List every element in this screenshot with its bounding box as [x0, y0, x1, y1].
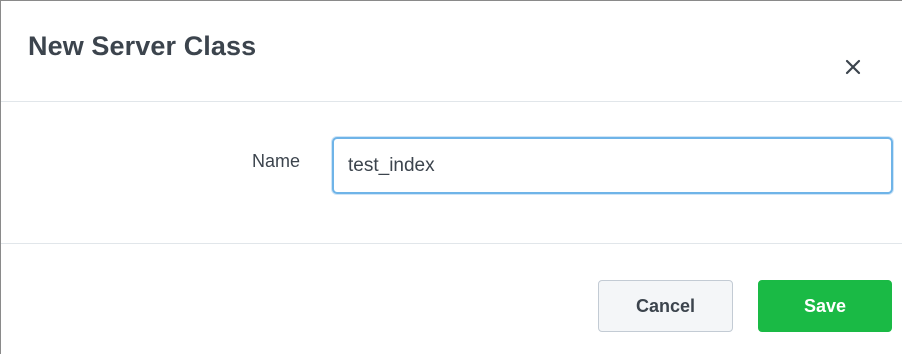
cancel-button[interactable]: Cancel — [598, 280, 733, 332]
dialog-title: New Server Class — [28, 31, 257, 61]
dialog-body: Name — [1, 102, 902, 244]
dialog-footer: Cancel Save — [1, 244, 902, 354]
close-icon[interactable] — [839, 53, 867, 81]
save-button[interactable]: Save — [758, 280, 892, 332]
name-label: Name — [251, 151, 300, 171]
dialog-header: New Server Class — [1, 1, 902, 102]
new-server-class-dialog: New Server Class Name Cancel Save — [0, 0, 902, 354]
name-input[interactable] — [332, 137, 893, 194]
